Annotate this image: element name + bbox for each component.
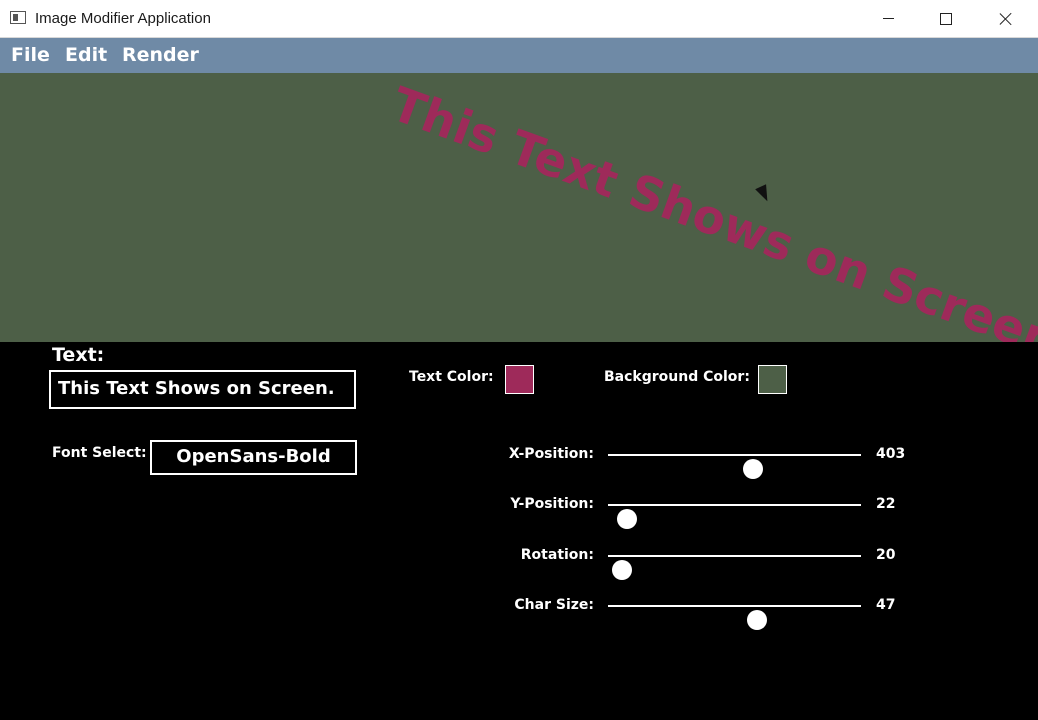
minimize-button[interactable] bbox=[859, 0, 917, 37]
rotation-thumb[interactable] bbox=[611, 560, 632, 580]
rotation-value: 20 bbox=[876, 547, 896, 563]
mouse-cursor-icon bbox=[755, 184, 773, 204]
text-color-label: Text Color: bbox=[409, 369, 494, 385]
maximize-button[interactable] bbox=[917, 0, 975, 37]
slider-y-position: Y-Position: 22 bbox=[0, 490, 1038, 529]
x-position-track[interactable] bbox=[608, 454, 861, 479]
text-label: Text: bbox=[52, 344, 105, 366]
slider-rotation: Rotation: 20 bbox=[0, 541, 1038, 580]
y-position-thumb[interactable] bbox=[616, 509, 637, 529]
text-color-swatch[interactable] bbox=[505, 365, 534, 394]
menu-file[interactable]: File bbox=[11, 44, 50, 66]
title-bar: Image Modifier Application bbox=[0, 0, 1038, 38]
rotation-label: Rotation: bbox=[520, 547, 594, 563]
minimize-icon bbox=[882, 18, 894, 19]
char-size-label: Char Size: bbox=[514, 597, 594, 613]
maximize-icon bbox=[940, 12, 952, 25]
rotation-track[interactable] bbox=[608, 555, 861, 580]
char-size-thumb[interactable] bbox=[747, 610, 768, 630]
slider-char-size: Char Size: 47 bbox=[0, 591, 1038, 630]
canvas-rendered-text: This Text Shows on Screen. bbox=[384, 77, 1038, 342]
y-position-value: 22 bbox=[876, 496, 896, 512]
window-title: Image Modifier Application bbox=[35, 10, 211, 27]
close-button[interactable] bbox=[977, 0, 1035, 37]
x-position-thumb[interactable] bbox=[743, 459, 764, 479]
close-icon bbox=[999, 12, 1013, 26]
render-canvas[interactable]: This Text Shows on Screen. bbox=[0, 73, 1038, 342]
y-position-track[interactable] bbox=[608, 504, 861, 529]
menu-edit[interactable]: Edit bbox=[65, 44, 107, 66]
slider-x-position: X-Position: 403 bbox=[0, 440, 1038, 479]
menu-render[interactable]: Render bbox=[122, 44, 199, 66]
menu-bar: File Edit Render bbox=[0, 38, 1038, 73]
x-position-label: X-Position: bbox=[508, 446, 594, 462]
background-color-swatch[interactable] bbox=[758, 365, 787, 394]
y-position-label: Y-Position: bbox=[510, 496, 594, 512]
x-position-value: 403 bbox=[876, 446, 906, 462]
background-color-label: Background Color: bbox=[604, 369, 750, 385]
char-size-track[interactable] bbox=[608, 605, 861, 630]
char-size-value: 47 bbox=[876, 597, 896, 613]
app-window-icon bbox=[10, 11, 26, 24]
text-input[interactable]: This Text Shows on Screen. bbox=[49, 370, 356, 409]
